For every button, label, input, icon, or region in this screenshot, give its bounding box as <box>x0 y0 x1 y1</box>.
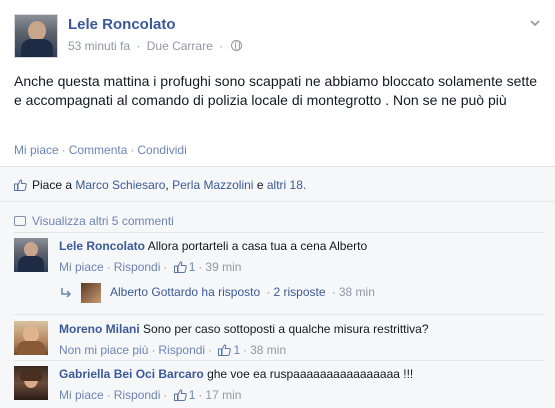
comment-author[interactable]: Moreno Milani <box>59 322 140 336</box>
avatar[interactable] <box>14 321 48 355</box>
post-time[interactable]: 53 minuti fa <box>68 39 130 53</box>
reply-count[interactable]: 2 risposte <box>273 285 325 299</box>
comment-time[interactable]: 38 min <box>250 343 286 357</box>
comment-author[interactable]: Gabriella Bei Oci Barcaro <box>59 367 204 381</box>
comment-like-count[interactable]: 1 <box>218 343 240 357</box>
liker-link[interactable]: Perla Mazzolini <box>172 178 253 192</box>
liker-link[interactable]: Marco Schiesaro <box>75 178 165 192</box>
other-likers-link[interactable]: altri 18. <box>267 178 306 192</box>
likes-conj: e <box>256 178 264 192</box>
thumbs-up-icon <box>173 261 187 273</box>
divider <box>0 201 555 202</box>
post-location[interactable]: Due Carrare <box>147 39 213 53</box>
comment-button[interactable]: Commenta <box>69 143 128 157</box>
likes-summary: Piace a Marco Schiesaro, Perla Mazzolini… <box>14 178 306 192</box>
avatar[interactable] <box>14 366 48 400</box>
post-card: Lele Roncolato 53 minuti fa · Due Carrar… <box>0 0 555 408</box>
comment-like-button[interactable]: Mi piace <box>59 388 104 402</box>
divider <box>14 232 544 233</box>
post-text: Anche questa mattina i profughi sono sca… <box>14 73 537 108</box>
reply-arrow-icon <box>61 288 72 298</box>
comment-like-count[interactable]: 1 <box>173 260 195 274</box>
thumbs-up-icon <box>173 389 187 401</box>
like-button[interactable]: Mi piace <box>14 143 59 157</box>
reply-time: 38 min <box>338 285 375 300</box>
comment-like-button[interactable]: Mi piace <box>59 260 104 274</box>
chevron-down-icon[interactable] <box>530 18 540 28</box>
post-header: Lele Roncolato 53 minuti fa · Due Carrar… <box>14 14 544 60</box>
comment-reply-button[interactable]: Rispondi <box>114 388 161 402</box>
comment-like-count[interactable]: 1 <box>173 388 195 402</box>
post-actions: Mi piace · Commenta · Condividi <box>14 143 187 157</box>
post-meta: 53 minuti fa · Due Carrare · <box>68 39 243 53</box>
comment-reply-button[interactable]: Rispondi <box>114 260 161 274</box>
comment-bubble-icon <box>14 216 26 226</box>
meta-separator: · <box>219 39 224 53</box>
comment-time[interactable]: 17 min <box>205 388 241 402</box>
likes-prefix: Piace a <box>32 178 73 192</box>
comment-text: Sono per caso sottoposti a qualche misur… <box>143 322 429 336</box>
comment-time[interactable]: 39 min <box>205 260 241 274</box>
thumbs-up-icon <box>218 344 232 356</box>
post-author[interactable]: Lele Roncolato <box>68 16 176 33</box>
reply-author[interactable]: Alberto Gottardo <box>110 285 198 299</box>
author-avatar[interactable] <box>14 14 58 58</box>
comment-text: ghe voe ea ruspaaaaaaaaaaaaaaaa !!! <box>207 367 414 381</box>
globe-icon[interactable] <box>231 40 243 51</box>
view-more-label: Visualizza altri 5 commenti <box>32 214 174 228</box>
reply-summary[interactable]: Alberto Gottardo ha risposto · 2 risposte… <box>60 283 375 303</box>
comment-author[interactable]: Lele Roncolato <box>59 239 145 253</box>
view-more-comments[interactable]: Visualizza altri 5 commenti <box>14 214 174 228</box>
thumbs-up-icon <box>14 179 27 191</box>
meta-separator: · <box>136 39 141 53</box>
comment-unlike-button[interactable]: Non mi piace più <box>59 343 148 357</box>
avatar[interactable] <box>14 238 48 272</box>
avatar[interactable] <box>81 283 102 303</box>
reply-action[interactable]: ha risposto <box>201 285 260 299</box>
divider <box>14 360 544 361</box>
divider <box>14 314 544 315</box>
comment-reply-button[interactable]: Rispondi <box>158 343 205 357</box>
share-button[interactable]: Condividi <box>137 143 186 157</box>
comment-text: Allora portarteli a casa tua a cena Albe… <box>147 239 368 253</box>
